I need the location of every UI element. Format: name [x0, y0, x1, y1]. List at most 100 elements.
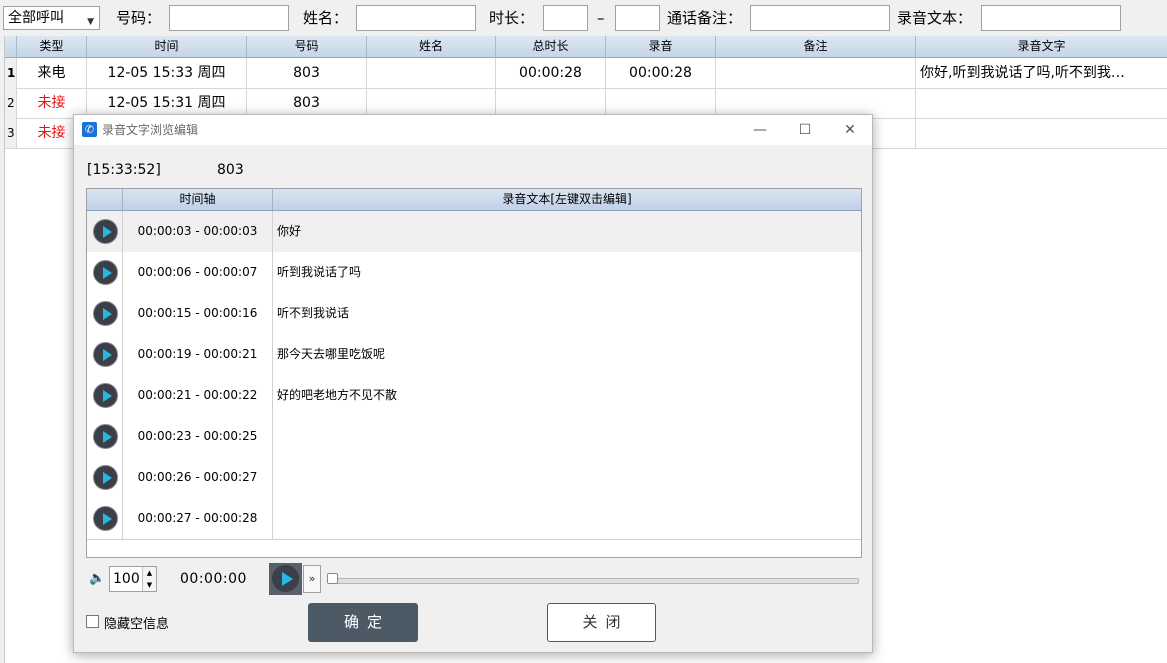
segment-row[interactable]: 00:00:27 - 00:00:28	[87, 498, 861, 540]
cell-text	[916, 88, 1167, 118]
segment-text[interactable]	[273, 498, 861, 539]
transcript-editor-dialog: ✆ 录音文字浏览编辑 — ☐ ✕ [15:33:52] 803 时间轴 录音文本…	[73, 114, 873, 653]
row-number-header	[5, 36, 17, 57]
playback-progress-thumb[interactable]	[327, 573, 338, 584]
column-header-text[interactable]: 录音文字	[916, 36, 1167, 57]
number-filter-input[interactable]	[169, 5, 289, 31]
text-filter-input[interactable]	[981, 5, 1121, 31]
segment-time-range: 00:00:27 - 00:00:28	[123, 498, 273, 539]
cell-number: 803	[247, 58, 367, 88]
close-button[interactable]: 关闭	[547, 603, 656, 642]
cell-note	[716, 58, 916, 88]
hide-empty-label[interactable]: 隐藏空信息	[104, 613, 169, 632]
segment-row[interactable]: 00:00:03 - 00:00:03 你好	[87, 211, 861, 253]
segment-time-range: 00:00:26 - 00:00:27	[123, 457, 273, 498]
segment-play-icon[interactable]	[93, 342, 118, 367]
segment-time-range: 00:00:15 - 00:00:16	[123, 293, 273, 334]
name-filter-label: 姓名：	[303, 9, 349, 27]
table-header: 类型 时间 号码 姓名 总时长 录音 备注 录音文字	[5, 36, 1167, 58]
hide-empty-checkbox[interactable]	[86, 615, 99, 628]
call-type-select[interactable]: 全部呼叫 ▼	[3, 6, 100, 30]
segment-play-cell	[87, 293, 123, 334]
segment-play-cell	[87, 375, 123, 416]
segment-play-cell	[87, 457, 123, 498]
cell-name	[367, 58, 496, 88]
table-row[interactable]: 1 来电 12-05 15:33 周四 803 00:00:28 00:00:2…	[5, 58, 1167, 89]
chevron-down-icon: ▼	[87, 17, 94, 27]
segment-row[interactable]: 00:00:15 - 00:00:16 听不到我说话	[87, 293, 861, 335]
note-filter-label: 通话备注：	[667, 9, 743, 27]
segment-time-range: 00:00:06 - 00:00:07	[123, 252, 273, 293]
segment-play-icon[interactable]	[93, 219, 118, 244]
ok-button[interactable]: 确定	[308, 603, 418, 642]
close-icon[interactable]: ✕	[839, 119, 861, 141]
call-number: 803	[217, 162, 244, 178]
row-number: 1	[5, 58, 17, 88]
segment-text[interactable]	[273, 416, 861, 457]
volume-value: 100	[113, 571, 140, 587]
play-button[interactable]	[269, 563, 302, 595]
column-header-transcript: 录音文本[左键双击编辑]	[502, 192, 632, 206]
duration-range-separator: –	[597, 9, 605, 27]
row-number: 3	[5, 118, 17, 148]
duration-min-input[interactable]	[543, 5, 588, 31]
column-header-name[interactable]: 姓名	[367, 36, 496, 57]
row-number: 2	[5, 88, 17, 118]
number-filter-label: 号码：	[116, 9, 162, 27]
column-header-recording[interactable]: 录音	[606, 36, 716, 57]
segment-play-icon[interactable]	[93, 424, 118, 449]
playback-progress-track[interactable]	[330, 578, 859, 584]
play-column-header	[87, 189, 123, 210]
segment-row[interactable]: 00:00:06 - 00:00:07 听到我说话了吗	[87, 252, 861, 294]
segment-play-cell	[87, 498, 123, 539]
segment-time-range: 00:00:21 - 00:00:22	[123, 375, 273, 416]
segment-play-cell	[87, 416, 123, 457]
segment-text[interactable]: 听到我说话了吗	[273, 252, 861, 293]
column-header-note[interactable]: 备注	[716, 36, 916, 57]
segment-time-range: 00:00:19 - 00:00:21	[123, 334, 273, 375]
segment-text[interactable]: 听不到我说话	[273, 293, 861, 334]
segment-play-icon[interactable]	[93, 465, 118, 490]
segment-text[interactable]: 那今天去哪里吃饭呢	[273, 334, 861, 375]
note-filter-input[interactable]	[750, 5, 890, 31]
cell-type: 来电	[17, 58, 87, 88]
dialog-titlebar[interactable]: ✆ 录音文字浏览编辑 — ☐ ✕	[74, 115, 872, 145]
column-header-number[interactable]: 号码	[247, 36, 367, 57]
name-filter-input[interactable]	[356, 5, 476, 31]
segment-play-icon[interactable]	[93, 383, 118, 408]
segment-text[interactable]: 好的吧老地方不见不散	[273, 375, 861, 416]
call-type-value: 全部呼叫	[8, 10, 64, 26]
duration-max-input[interactable]	[615, 5, 660, 31]
speaker-icon[interactable]: 🔈	[89, 571, 105, 586]
segment-play-icon[interactable]	[93, 260, 118, 285]
cell-text	[916, 118, 1167, 148]
segment-row[interactable]: 00:00:19 - 00:00:21 那今天去哪里吃饭呢	[87, 334, 861, 376]
segment-play-icon[interactable]	[93, 506, 118, 531]
cell-recording[interactable]: 00:00:28	[606, 58, 716, 88]
column-header-duration[interactable]: 总时长	[496, 36, 606, 57]
cell-duration: 00:00:28	[496, 58, 606, 88]
fast-forward-button[interactable]: »	[303, 565, 321, 593]
volume-stepper[interactable]: 100 ▲ ▼	[109, 566, 157, 592]
column-header-time[interactable]: 时间	[87, 36, 247, 57]
segment-play-cell	[87, 252, 123, 293]
volume-up-icon[interactable]: ▲	[142, 567, 156, 579]
segment-text[interactable]: 你好	[273, 211, 861, 252]
segment-row[interactable]: 00:00:23 - 00:00:25	[87, 416, 861, 458]
volume-down-icon[interactable]: ▼	[142, 579, 156, 591]
segment-play-icon[interactable]	[93, 301, 118, 326]
filter-bar: 全部呼叫 ▼ 号码： 姓名： 时长： – 通话备注： 录音文本：	[0, 0, 1167, 36]
cell-time: 12-05 15:33 周四	[87, 58, 247, 88]
segment-table-header: 时间轴 录音文本[左键双击编辑]	[87, 189, 861, 211]
column-header-timeline: 时间轴	[123, 189, 273, 210]
segment-play-cell	[87, 211, 123, 252]
cell-text: 你好,听到我说话了吗,听不到我…	[920, 65, 1125, 81]
segment-text[interactable]	[273, 457, 861, 498]
segment-play-cell	[87, 334, 123, 375]
segment-row[interactable]: 00:00:26 - 00:00:27	[87, 457, 861, 499]
segment-row[interactable]: 00:00:21 - 00:00:22 好的吧老地方不见不散	[87, 375, 861, 417]
minimize-icon[interactable]: —	[749, 119, 771, 141]
column-header-type[interactable]: 类型	[17, 36, 87, 57]
maximize-icon[interactable]: ☐	[794, 119, 816, 141]
duration-filter-label: 时长：	[489, 9, 535, 27]
